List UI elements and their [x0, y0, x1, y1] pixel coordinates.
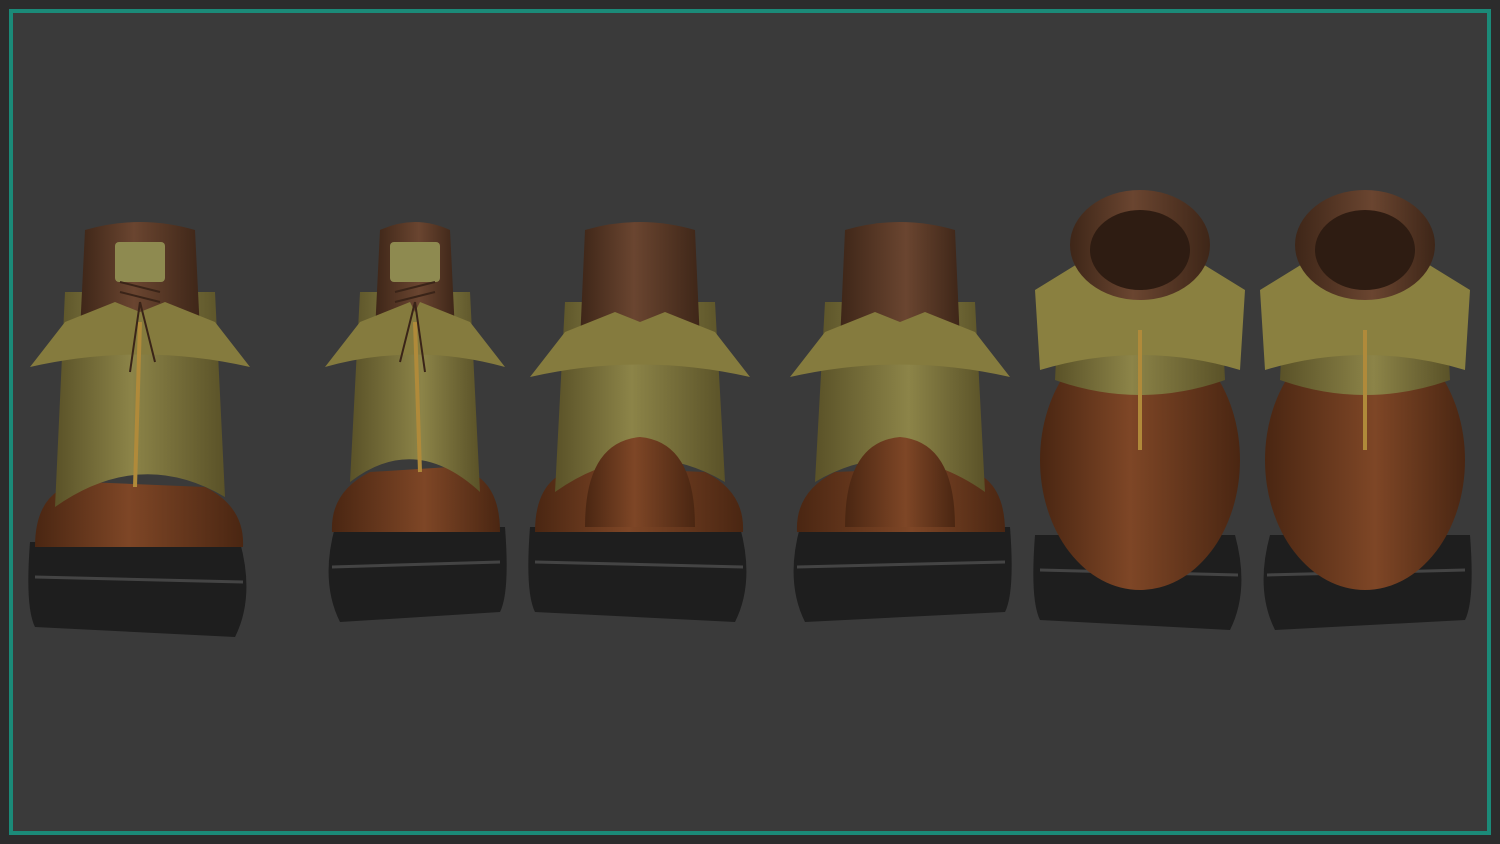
boot-opening	[1315, 210, 1415, 290]
boot-sole	[28, 542, 247, 637]
boot-sole	[528, 527, 747, 622]
boot-front-right	[325, 222, 507, 622]
tongue-tag	[390, 242, 440, 282]
render-canvas	[0, 0, 1500, 844]
boots-render	[28, 190, 1472, 637]
boot-top-right	[1260, 190, 1472, 630]
tongue-tag	[115, 242, 165, 282]
boot-sole	[328, 527, 507, 622]
boot-opening	[1090, 210, 1190, 290]
boot-back-left	[528, 222, 750, 622]
boot-sole	[793, 527, 1012, 622]
boot-back-right	[790, 222, 1012, 622]
boot-top-left	[1033, 190, 1245, 630]
boot-front-left	[28, 222, 250, 637]
